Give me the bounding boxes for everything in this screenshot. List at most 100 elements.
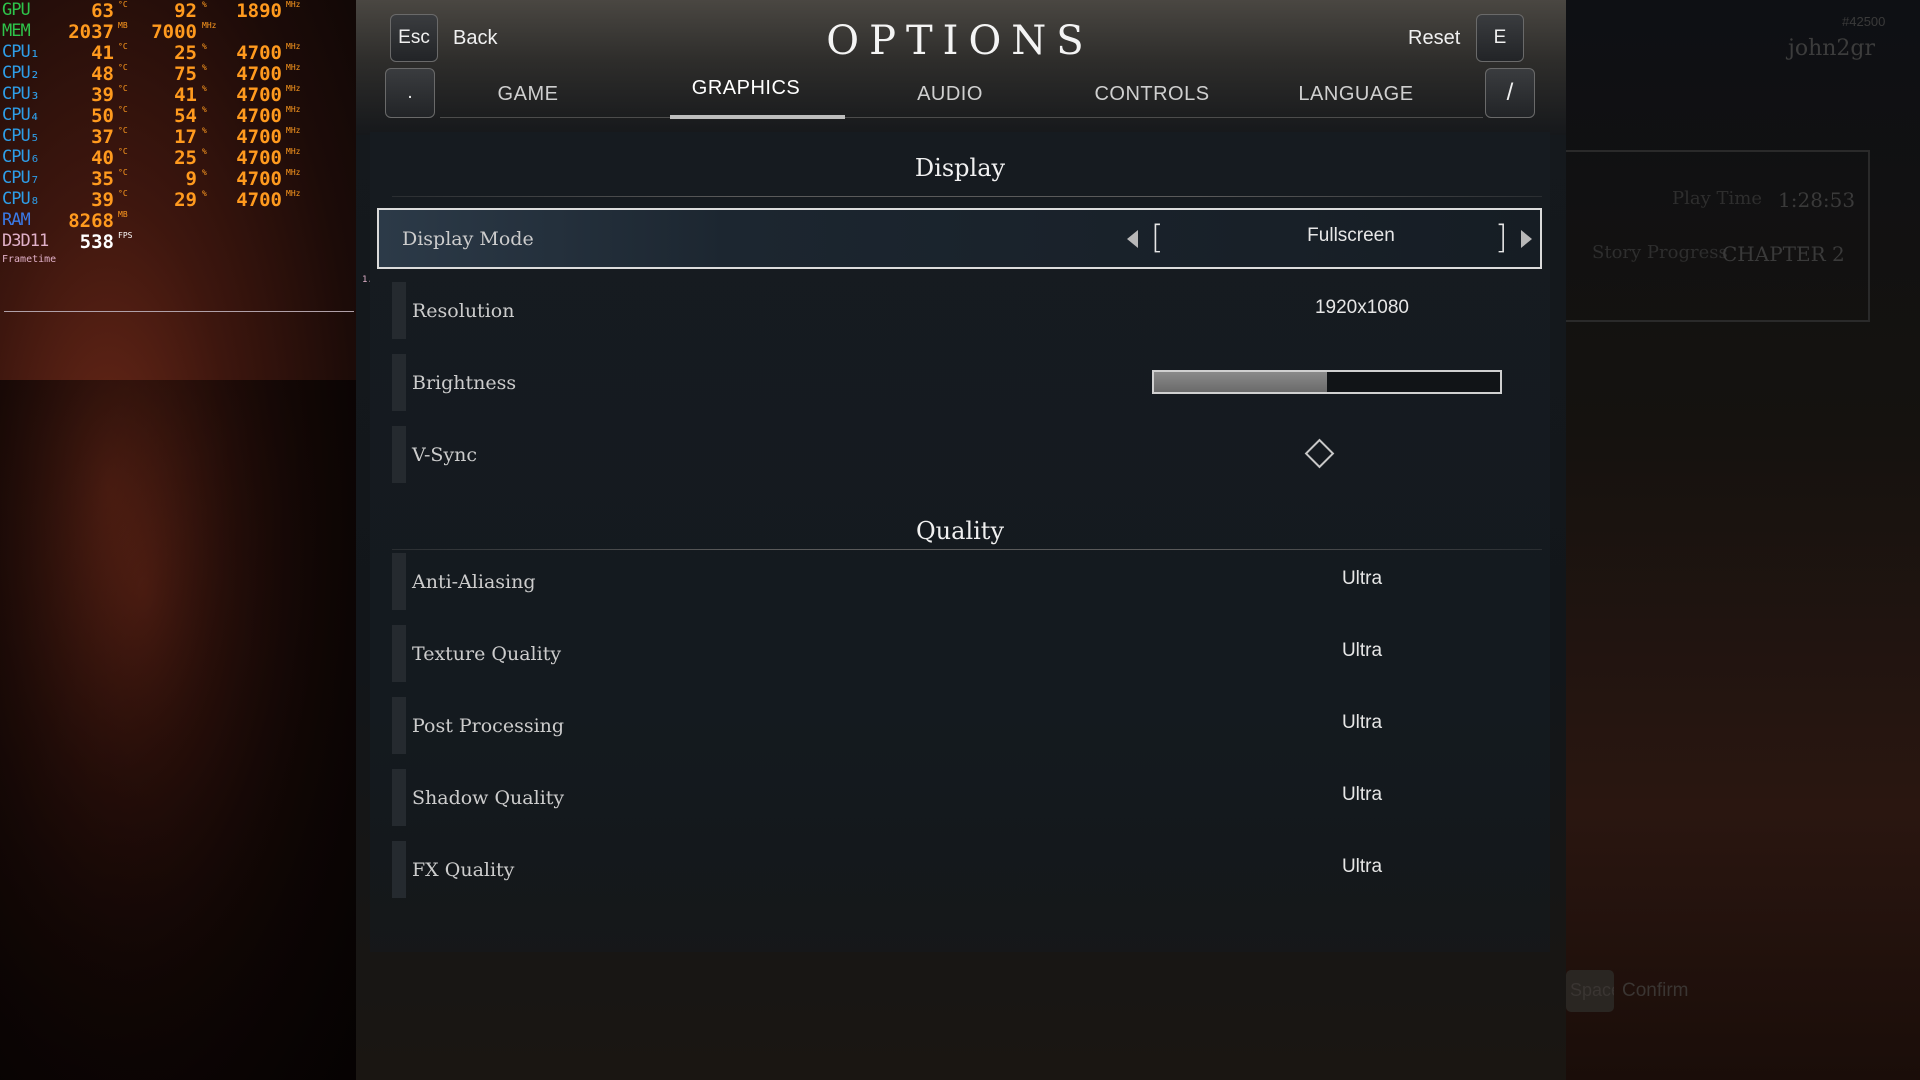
setting-vsync[interactable]: V-Sync: [392, 426, 1542, 483]
cpu-temp: 50: [91, 105, 114, 127]
display-mode-value: Fullscreen: [1307, 225, 1395, 246]
cpu-clock: 4700: [236, 42, 282, 64]
setting-value: Ultra: [1341, 784, 1383, 805]
gpu-load-unit: %: [202, 0, 207, 9]
cpu-temp: 37: [91, 126, 114, 148]
page-title: OPTIONS: [826, 18, 1094, 64]
cpu-clock: 4700: [236, 147, 282, 169]
fps-unit: FPS: [118, 231, 133, 240]
cpu-clock-unit: MHz: [286, 147, 301, 156]
overlay-cpu-row: CPU₄ 50 °C 54% 4700 MHz: [2, 105, 302, 127]
mem-clock: 7000: [151, 21, 197, 43]
overlay-ram-row: RAM 8268 MB: [2, 210, 302, 232]
setting-label: V-Sync: [412, 444, 478, 466]
gpu-temp: 63: [91, 0, 114, 22]
brightness-slider-fill: [1154, 372, 1327, 392]
resolution-value: 1920x1080: [1314, 297, 1410, 318]
cpu-temp-unit: °C: [118, 147, 128, 156]
cpu-label: CPU₄: [2, 105, 40, 125]
cpu-temp-unit: °C: [118, 168, 128, 177]
vsync-toggle-icon[interactable]: [1304, 438, 1335, 469]
next-tab-key-button[interactable]: /: [1485, 68, 1535, 118]
setting-label: Display Mode: [402, 228, 534, 250]
overlay-cpu-row: CPU₃ 39 °C 41% 4700 MHz: [2, 84, 302, 106]
cpu-clock-unit: MHz: [286, 63, 301, 72]
reset-button[interactable]: Reset: [1408, 27, 1460, 50]
confirm-key-button[interactable]: Space: [1566, 970, 1614, 1012]
cpu-temp: 39: [91, 84, 114, 106]
setting-label: Resolution: [412, 300, 515, 322]
setting-label: FX Quality: [412, 859, 515, 881]
setting-shadow-quality[interactable]: Shadow Quality Ultra: [392, 769, 1542, 826]
cpu-label: CPU₁: [2, 42, 40, 62]
tab-controls[interactable]: CONTROLS: [1062, 83, 1242, 106]
cpu-temp-unit: °C: [118, 63, 128, 72]
row-marker: [392, 426, 406, 483]
cpu-load-unit: %: [202, 147, 207, 156]
cpu-label: CPU₃: [2, 84, 40, 104]
reset-key-button[interactable]: E: [1476, 14, 1524, 62]
setting-brightness[interactable]: Brightness: [392, 354, 1542, 411]
cpu-clock: 4700: [236, 126, 282, 148]
tab-graphics[interactable]: GRAPHICS: [656, 77, 836, 100]
story-progress-value: CHAPTER 2: [1722, 242, 1845, 266]
gpu-load: 92: [174, 0, 197, 22]
tab-language[interactable]: LANGUAGE: [1266, 83, 1446, 106]
ram-value: 8268: [68, 210, 114, 232]
cpu-clock-unit: MHz: [286, 126, 301, 135]
tab-audio[interactable]: AUDIO: [860, 83, 1040, 106]
cpu-load: 29: [174, 189, 197, 211]
esc-key-button[interactable]: Esc: [390, 14, 438, 62]
cpu-load: 75: [174, 63, 197, 85]
cpu-clock: 4700: [236, 63, 282, 85]
back-button[interactable]: Back: [453, 27, 497, 50]
performance-overlay: GPU 63 °C 92 % 1890 MHz MEM 2037 MB 7000…: [2, 0, 302, 265]
setting-texture-quality[interactable]: Texture Quality Ultra: [392, 625, 1542, 682]
active-tab-indicator: [670, 115, 845, 119]
cpu-load: 9: [185, 168, 197, 190]
setting-label: Shadow Quality: [412, 787, 565, 809]
cpu-temp-unit: °C: [118, 126, 128, 135]
cpu-load-unit: %: [202, 84, 207, 93]
cpu-clock: 4700: [236, 189, 282, 211]
brightness-slider[interactable]: [1152, 370, 1502, 394]
gpu-clock-unit: MHz: [286, 0, 301, 9]
setting-post-processing[interactable]: Post Processing Ultra: [392, 697, 1542, 754]
arrow-right-icon[interactable]: [1521, 230, 1532, 248]
ram-label: RAM: [2, 210, 31, 230]
cpu-clock: 4700: [236, 84, 282, 106]
cpu-label: CPU₇: [2, 168, 40, 188]
cpu-load: 41: [174, 84, 197, 106]
cpu-load: 25: [174, 42, 197, 64]
cpu-temp-unit: °C: [118, 84, 128, 93]
setting-label: Anti-Aliasing: [412, 571, 536, 593]
tab-game[interactable]: GAME: [438, 83, 618, 106]
cpu-temp-unit: °C: [118, 105, 128, 114]
setting-resolution[interactable]: Resolution 1920x1080: [392, 282, 1542, 339]
cpu-load-unit: %: [202, 168, 207, 177]
overlay-gpu-row: GPU 63 °C 92 % 1890 MHz: [2, 0, 302, 22]
cpu-temp-unit: °C: [118, 189, 128, 198]
tab-bar-divider: [440, 117, 1483, 118]
section-divider-display: [392, 196, 1542, 197]
cpu-clock: 4700: [236, 168, 282, 190]
mem-used: 2037: [68, 21, 114, 43]
cpu-label: CPU₈: [2, 189, 40, 209]
setting-display-mode[interactable]: Display Mode [ Fullscreen ]: [377, 208, 1542, 269]
arrow-left-icon[interactable]: [1127, 230, 1138, 248]
row-marker: [392, 769, 406, 826]
setting-fx-quality[interactable]: FX Quality Ultra: [392, 841, 1542, 898]
setting-anti-aliasing[interactable]: Anti-Aliasing Ultra: [392, 553, 1542, 610]
setting-value: Ultra: [1341, 712, 1383, 733]
frametime-label: Frametime: [2, 254, 57, 265]
cpu-clock: 4700: [236, 105, 282, 127]
overlay-cpu-row: CPU₁ 41 °C 25% 4700 MHz: [2, 42, 302, 64]
prev-tab-key-button[interactable]: .: [385, 68, 435, 118]
overlay-mem-row: MEM 2037 MB 7000 MHz: [2, 21, 302, 43]
cpu-load-unit: %: [202, 42, 207, 51]
cpu-clock-unit: MHz: [286, 189, 301, 198]
cpu-load: 54: [174, 105, 197, 127]
cpu-load: 25: [174, 147, 197, 169]
confirm-label: Confirm: [1622, 980, 1689, 1001]
bracket-left-icon: [: [1151, 218, 1164, 256]
